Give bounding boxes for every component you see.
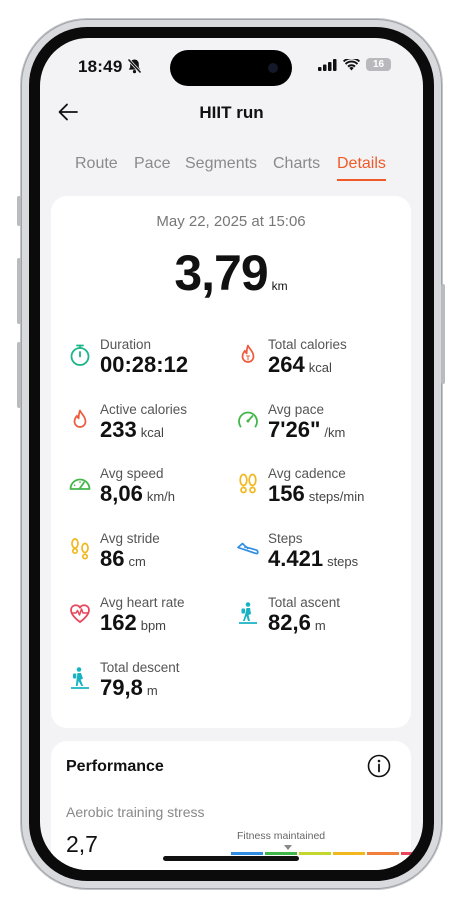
aerobic-stress-value: 2,7 bbox=[66, 831, 98, 857]
distance-unit: km bbox=[271, 279, 288, 293]
metric-unit: /km bbox=[324, 425, 346, 440]
volume-down-button bbox=[17, 342, 21, 408]
metric-value: 8,06 bbox=[100, 481, 143, 506]
performance-title: Performance bbox=[66, 758, 164, 775]
metric-value: 82,6 bbox=[268, 610, 311, 635]
metric-value: 4.421 bbox=[268, 546, 324, 571]
screen: 18:49 16 HIIT run Route Pace Segments Ch… bbox=[40, 38, 423, 870]
scale-segment bbox=[333, 852, 365, 855]
status-indicators: 16 bbox=[318, 58, 391, 71]
metric-label: Duration bbox=[100, 337, 152, 352]
metric-unit: kcal bbox=[140, 425, 164, 440]
signal-icon bbox=[318, 58, 337, 71]
metric-label: Avg speed bbox=[100, 466, 164, 481]
metric-label: Active calories bbox=[100, 402, 188, 417]
scale-segment bbox=[367, 852, 399, 855]
metric-label: Total calories bbox=[268, 337, 347, 352]
metric-unit: cm bbox=[128, 554, 146, 569]
wifi-icon bbox=[343, 58, 360, 70]
camera-icon bbox=[268, 63, 278, 73]
tab-pace[interactable]: Pace bbox=[134, 155, 170, 173]
metric-label: Total descent bbox=[100, 660, 180, 675]
speedometer-icon bbox=[69, 478, 91, 490]
heart-rate-icon bbox=[70, 604, 90, 623]
home-indicator[interactable] bbox=[163, 856, 299, 861]
workout-date: May 22, 2025 at 15:06 bbox=[156, 213, 306, 230]
fitness-pointer-icon bbox=[284, 845, 292, 850]
metric-value: 86 bbox=[100, 546, 125, 571]
tab-charts[interactable]: Charts bbox=[273, 155, 320, 173]
tab-route[interactable]: Route bbox=[75, 155, 118, 173]
svg-text:T: T bbox=[246, 356, 251, 363]
metric-unit: steps bbox=[327, 554, 359, 569]
footprints-icon bbox=[239, 473, 257, 494]
dynamic-island bbox=[170, 50, 292, 86]
info-icon[interactable] bbox=[367, 754, 391, 778]
metric-value: 233 bbox=[100, 417, 137, 442]
metric-unit: m bbox=[314, 618, 326, 633]
metric-label: Avg heart rate bbox=[100, 595, 185, 610]
scale-segment bbox=[299, 852, 331, 855]
metric-unit: kcal bbox=[308, 360, 332, 375]
bell-muted-icon bbox=[127, 58, 142, 74]
hiker-descent-icon bbox=[71, 667, 89, 689]
stopwatch-icon bbox=[70, 344, 90, 366]
metric-unit: bpm bbox=[140, 618, 167, 633]
scale-segment bbox=[265, 852, 297, 855]
shoe-icon bbox=[237, 542, 259, 555]
metric-label: Total ascent bbox=[268, 595, 341, 610]
page-title: HIIT run bbox=[199, 103, 264, 122]
total-distance: 3,79 km bbox=[51, 244, 411, 302]
tab-segments[interactable]: Segments bbox=[185, 155, 257, 173]
fitness-scale-bar bbox=[231, 852, 423, 855]
metric-value: 264 bbox=[268, 352, 305, 377]
performance-card: Performance Aerobic training stress 2,7 … bbox=[51, 741, 423, 870]
aerobic-stress-label: Aerobic training stress bbox=[66, 804, 205, 820]
pace-gauge-icon bbox=[238, 411, 258, 428]
volume-up-button bbox=[17, 258, 21, 324]
status-time: 18:49 bbox=[78, 57, 123, 76]
scale-segment bbox=[401, 852, 423, 855]
metric-value: 156 bbox=[268, 481, 305, 506]
metric-value: 162 bbox=[100, 610, 137, 635]
fitness-status: Fitness maintained bbox=[237, 830, 326, 842]
metric-unit: m bbox=[146, 683, 158, 698]
scale-segment bbox=[231, 852, 263, 855]
power-button bbox=[441, 284, 445, 384]
metric-value: 00:28:12 bbox=[100, 352, 189, 377]
calorie-flame-icon: T bbox=[241, 344, 255, 363]
footprints-icon bbox=[71, 538, 89, 560]
metric-label: Steps bbox=[268, 531, 303, 546]
tab-details[interactable]: Details bbox=[337, 155, 386, 173]
flame-icon bbox=[73, 409, 87, 428]
details-card: May 22, 2025 at 15:06 3,79 km Duration 00… bbox=[51, 196, 411, 728]
battery-icon: 16 bbox=[366, 58, 391, 71]
action-button bbox=[17, 196, 21, 226]
metric-unit: km/h bbox=[146, 489, 175, 504]
metric-label: Avg stride bbox=[100, 531, 160, 546]
distance-value: 3,79 bbox=[174, 245, 268, 301]
metric-label: Avg pace bbox=[268, 402, 325, 417]
active-tab-indicator bbox=[337, 179, 386, 181]
hiker-ascent-icon bbox=[239, 602, 257, 624]
metric-unit: steps/min bbox=[308, 489, 365, 504]
metric-value: 79,8 bbox=[100, 675, 143, 700]
metric-value: 7'26" bbox=[268, 417, 321, 442]
metric-label: Avg cadence bbox=[268, 466, 346, 481]
